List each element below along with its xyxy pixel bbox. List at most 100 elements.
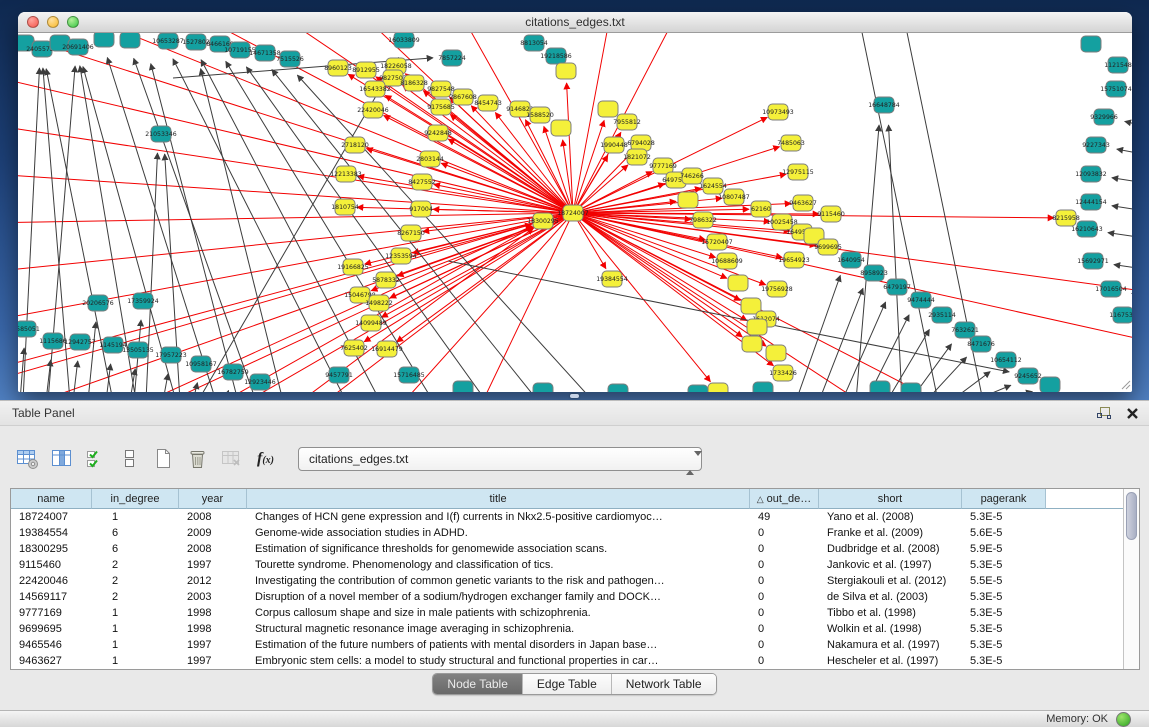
new-table-button[interactable]: [150, 445, 177, 472]
table-row[interactable]: 946362711997Embryonic stem cells: a mode…: [11, 653, 1123, 669]
window-titlebar[interactable]: citations_edges.txt: [18, 12, 1132, 33]
graph-node[interactable]: 17957223: [155, 347, 187, 363]
graph-node[interactable]: 7986322: [689, 212, 717, 228]
graph-node[interactable]: 9175685: [427, 99, 455, 115]
graph-node[interactable]: 8267150: [397, 225, 425, 241]
graph-node[interactable]: 8912955: [352, 62, 380, 78]
graph-node[interactable]: 9474444: [907, 292, 935, 308]
column-header-in_degree[interactable]: in_degree: [92, 489, 179, 509]
graph-node[interactable]: 1167533: [1109, 307, 1132, 323]
tab-edge-table[interactable]: Edge Table: [523, 674, 612, 694]
graph-node[interactable]: 7515526: [276, 51, 304, 67]
graph-node[interactable]: 1588520: [526, 107, 554, 123]
graph-node[interactable]: [747, 319, 767, 335]
destroy-table-button[interactable]: [218, 445, 245, 472]
graph-node[interactable]: 8454743: [474, 95, 502, 111]
graph-node[interactable]: 19384554: [596, 271, 628, 287]
graph-node[interactable]: 1810754: [331, 199, 359, 215]
graph-node[interactable]: 16033809: [388, 33, 420, 48]
graph-node[interactable]: 2803144: [416, 151, 444, 167]
resize-grip[interactable]: [1122, 381, 1130, 389]
column-header-pagerank[interactable]: pagerank: [962, 489, 1046, 509]
graph-node[interactable]: 1115686: [39, 333, 67, 349]
network-canvas[interactable]: 2405572420691406106532871527802846616010…: [18, 33, 1132, 392]
graph-node[interactable]: [1081, 36, 1101, 52]
column-header-short[interactable]: short: [819, 489, 962, 509]
graph-node[interactable]: 917004: [409, 201, 433, 217]
graph-node[interactable]: 2718120: [341, 137, 369, 153]
graph-node[interactable]: 6479197: [883, 279, 911, 295]
graph-node[interactable]: 9329966: [1090, 109, 1118, 125]
citation-network-graph[interactable]: 2405572420691406106532871527802846616010…: [18, 33, 1132, 392]
graph-node[interactable]: 10958167: [185, 356, 217, 372]
manage-columns-button[interactable]: [48, 445, 75, 472]
graph-node[interactable]: [94, 33, 114, 47]
graph-node[interactable]: [453, 381, 473, 392]
graph-node[interactable]: 9699695: [814, 239, 842, 255]
table-row[interactable]: 1456911722003Disruption of a novel membe…: [11, 589, 1123, 605]
close-panel-button[interactable]: [1121, 404, 1143, 422]
table-row[interactable]: 911546021997Tourette syndrome. Phenomeno…: [11, 557, 1123, 573]
graph-node[interactable]: 8958923: [860, 265, 888, 281]
tab-node-table[interactable]: Node Table: [433, 674, 523, 694]
close-window-button[interactable]: [27, 16, 39, 28]
graph-node[interactable]: 10653287: [152, 33, 184, 49]
float-panel-button[interactable]: [1093, 404, 1115, 422]
graph-node[interactable]: 19654923: [778, 252, 810, 268]
graph-node[interactable]: 12942757: [64, 334, 96, 350]
graph-node[interactable]: [708, 383, 728, 392]
graph-node[interactable]: 16648784: [868, 97, 900, 113]
graph-node[interactable]: 9242848: [424, 125, 452, 141]
graph-node[interactable]: [728, 275, 748, 291]
graph-node[interactable]: [551, 120, 571, 136]
graph-node[interactable]: 12444154: [1075, 194, 1107, 210]
graph-node[interactable]: [688, 385, 708, 392]
graph-node[interactable]: 2867608: [449, 89, 477, 105]
graph-node[interactable]: 10654112: [990, 352, 1022, 368]
graph-node[interactable]: 15692971: [1077, 253, 1109, 269]
graph-node[interactable]: 8471676: [967, 336, 995, 352]
table-row[interactable]: 1872400712008Changes of HCN gene express…: [11, 509, 1123, 525]
graph-node[interactable]: 7485063: [777, 135, 805, 151]
graph-node[interactable]: [742, 336, 762, 352]
graph-node[interactable]: [678, 192, 698, 208]
table-settings-button[interactable]: [14, 445, 41, 472]
graph-node[interactable]: 8215958: [1052, 210, 1080, 226]
scrollbar-thumb[interactable]: [1126, 492, 1137, 540]
graph-node[interactable]: 9115460: [817, 206, 845, 222]
graph-node[interactable]: 62160: [751, 201, 771, 217]
function-builder-button[interactable]: f(x): [252, 445, 279, 472]
graph-node[interactable]: [1040, 377, 1060, 392]
graph-node[interactable]: [766, 345, 786, 361]
graph-node[interactable]: [556, 63, 576, 79]
table-row[interactable]: 977716911998Corpus callosum shape and si…: [11, 605, 1123, 621]
graph-node[interactable]: 1624554: [699, 178, 727, 194]
graph-node[interactable]: 21053346: [145, 126, 177, 142]
select-rows-button[interactable]: [82, 445, 109, 472]
graph-node[interactable]: 12353594: [385, 248, 417, 264]
column-header-name[interactable]: name: [11, 489, 92, 509]
graph-node[interactable]: 9463627: [789, 195, 817, 211]
graph-node[interactable]: [608, 384, 628, 392]
delete-items-button[interactable]: [184, 445, 211, 472]
graph-node[interactable]: 9227343: [1082, 137, 1110, 153]
graph-node[interactable]: 9457791: [325, 367, 353, 383]
graph-node[interactable]: 1121548: [1104, 57, 1132, 73]
table-row[interactable]: 1938455462009Genome-wide association stu…: [11, 525, 1123, 541]
graph-node[interactable]: 7625402: [340, 340, 368, 356]
graph-node[interactable]: 746266: [680, 168, 704, 184]
graph-node[interactable]: 2935114: [928, 307, 956, 323]
graph-node[interactable]: 12093832: [1075, 166, 1107, 182]
graph-node[interactable]: 17359924: [127, 293, 159, 309]
graph-node[interactable]: 8813054: [520, 35, 548, 51]
graph-node[interactable]: 1640954: [837, 252, 865, 268]
table-selector-dropdown[interactable]: citations_edges.txt: [298, 447, 702, 471]
graph-node[interactable]: 8427552: [408, 174, 436, 190]
graph-node[interactable]: 1733426: [769, 365, 797, 381]
graph-node[interactable]: [533, 383, 553, 392]
graph-node[interactable]: 20206576: [82, 295, 114, 311]
graph-node[interactable]: 1498222: [365, 295, 393, 311]
graph-node[interactable]: 5878332: [372, 272, 400, 288]
graph-node[interactable]: [753, 382, 773, 392]
graph-node[interactable]: [120, 33, 140, 48]
